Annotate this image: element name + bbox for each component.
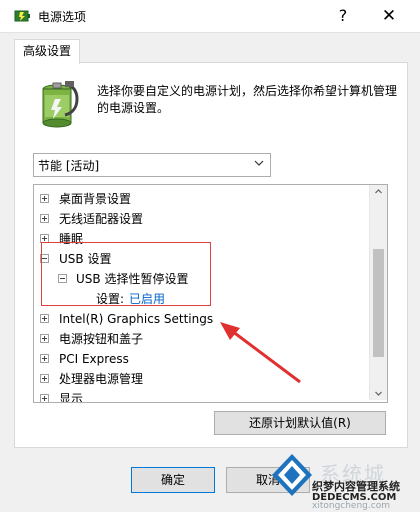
collapse-icon[interactable] [40, 254, 49, 263]
tree-item-label: USB 选择性暂停设置 [76, 272, 189, 286]
tab-advanced-settings[interactable]: 高级设置 [14, 39, 80, 64]
scrollbar-thumb[interactable] [373, 249, 384, 357]
tree-item-processor-power[interactable]: 处理器电源管理 [34, 369, 369, 389]
expand-icon[interactable] [40, 354, 49, 363]
settings-tree[interactable]: 桌面背景设置 无线适配器设置 睡眠 USB 设置 USB 选择性暂停设置 设置:… [33, 184, 388, 403]
battery-icon [42, 81, 79, 128]
annotation-arrow-icon [220, 322, 301, 384]
tree-item-display[interactable]: 显示 [34, 389, 369, 403]
expand-icon[interactable] [40, 314, 49, 323]
scroll-up-icon[interactable] [375, 188, 382, 195]
tree-item-label: PCI Express [59, 352, 129, 366]
tree-item-label: USB 设置 [59, 252, 112, 266]
power-plan-select[interactable]: 节能 [活动] [33, 153, 271, 177]
tree-item-setting-value[interactable]: 设置: 已启用 [34, 289, 369, 309]
power-plan-selected: 节能 [活动] [38, 159, 100, 173]
help-button[interactable]: ? [320, 0, 366, 32]
tree-item-label: 电源按钮和盖子 [59, 332, 144, 346]
expand-icon[interactable] [40, 394, 49, 402]
expand-icon[interactable] [40, 194, 49, 203]
tree-item-sleep[interactable]: 睡眠 [34, 229, 369, 249]
tree-item-label: 显示 [59, 392, 84, 403]
window-title: 电源选项 [38, 10, 87, 24]
tree-item-label: 桌面背景设置 [59, 192, 132, 206]
tree-item-label: Intel(R) Graphics Settings [59, 312, 214, 326]
setting-label: 设置: [96, 292, 125, 306]
tree-item-label: 处理器电源管理 [59, 372, 144, 386]
expand-icon[interactable] [40, 234, 49, 243]
power-options-icon [14, 10, 30, 22]
title-bar: 电源选项 ? ✕ [0, 0, 420, 33]
watermark-site-url: xitongcheng.com [312, 501, 390, 511]
setting-value-link[interactable]: 已启用 [129, 289, 165, 309]
close-button[interactable]: ✕ [366, 0, 412, 32]
tree-item-usb-settings[interactable]: USB 设置 [34, 249, 369, 269]
tree-item-desktop-background[interactable]: 桌面背景设置 [34, 189, 369, 209]
tree-item-label: 无线适配器设置 [59, 212, 144, 226]
tree-item-pci-express[interactable]: PCI Express [34, 349, 369, 369]
tree-item-wireless-adapter[interactable]: 无线适配器设置 [34, 209, 369, 229]
tree-item-label: 睡眠 [59, 232, 84, 246]
ok-button[interactable]: 确定 [131, 467, 215, 493]
restore-defaults-button[interactable]: 还原计划默认值(R) [214, 411, 386, 435]
tree-item-intel-graphics[interactable]: Intel(R) Graphics Settings [34, 309, 369, 329]
collapse-icon[interactable] [58, 274, 67, 283]
intro-text: 选择你要自定义的电源计划，然后选择你希望计算机管理的电源设置。 [97, 84, 398, 115]
scroll-down-icon[interactable] [375, 390, 382, 397]
expand-icon[interactable] [40, 374, 49, 383]
expand-icon[interactable] [40, 334, 49, 343]
expand-icon[interactable] [40, 214, 49, 223]
chevron-down-icon [254, 160, 264, 166]
tree-item-power-buttons-lid[interactable]: 电源按钮和盖子 [34, 329, 369, 349]
tree-item-usb-selective-suspend[interactable]: USB 选择性暂停设置 [34, 269, 369, 289]
advanced-settings-panel: 选择你要自定义的电源计划，然后选择你希望计算机管理的电源设置。 节能 [活动] … [14, 62, 408, 448]
watermark-logo-icon [272, 454, 312, 496]
vertical-scrollbar[interactable] [369, 185, 387, 400]
